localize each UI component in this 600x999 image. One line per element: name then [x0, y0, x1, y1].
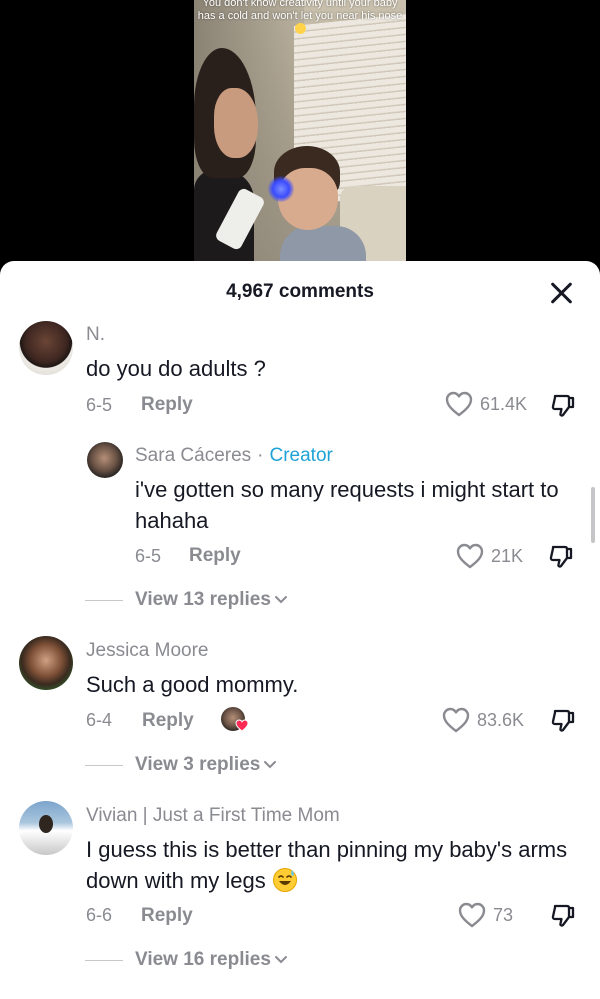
comment-text: do you do adults ? — [86, 356, 266, 381]
comment-username[interactable]: Jessica Moore — [86, 640, 209, 662]
reply-button[interactable]: Reply — [141, 394, 193, 416]
video-child-body — [280, 226, 366, 262]
avatar[interactable] — [19, 801, 73, 855]
avatar[interactable] — [19, 321, 73, 375]
video-player[interactable]: You don't know creativity until your bab… — [0, 0, 600, 262]
avatar[interactable] — [19, 636, 73, 690]
view-replies-button[interactable]: View 13 replies — [85, 589, 288, 611]
sweat-smile-icon — [272, 868, 297, 892]
view-replies-button[interactable]: View 16 replies — [85, 949, 288, 971]
scrollbar[interactable] — [591, 487, 595, 543]
video-frame[interactable]: You don't know creativity until your bab… — [194, 0, 406, 262]
video-mother-face — [214, 88, 258, 158]
creator-badge: Creator — [269, 445, 333, 466]
reply-button[interactable]: Reply — [141, 905, 193, 927]
comment-text: Such a good mommy. — [86, 672, 299, 697]
divider-line — [85, 599, 123, 601]
like-button[interactable]: 61.4K — [445, 391, 527, 417]
reply-button[interactable]: Reply — [142, 710, 194, 732]
chevron-down-icon — [274, 956, 287, 964]
view-replies-label: View 13 replies — [135, 589, 271, 610]
comment-text-content: I guess this is better than pinning my b… — [86, 837, 568, 893]
liked-by-creator-badge — [221, 707, 249, 735]
close-icon[interactable] — [545, 277, 577, 309]
divider-line — [85, 764, 123, 766]
like-count: 21K — [491, 545, 524, 566]
separator-dot: · — [257, 445, 264, 466]
like-button[interactable]: 83.6K — [442, 707, 524, 733]
heart-filled-icon — [235, 719, 249, 732]
comments-sheet: 4,967 comments N. do you do adults ? 6-5… — [0, 261, 600, 999]
heart-outline-icon — [445, 391, 473, 417]
comments-header: 4,967 comments — [0, 261, 600, 321]
like-button[interactable]: 73 — [458, 902, 513, 928]
like-count: 61.4K — [480, 393, 528, 414]
view-replies-label: View 3 replies — [135, 754, 261, 775]
reply-date: 6-5 — [135, 546, 162, 566]
comment-text: I guess this is better than pinning my b… — [86, 834, 576, 896]
sweat-smile-icon — [294, 23, 306, 34]
like-button[interactable]: 21K — [456, 543, 523, 569]
dislike-icon[interactable] — [550, 393, 576, 419]
dislike-icon[interactable] — [550, 903, 576, 929]
chevron-down-icon — [264, 761, 277, 769]
like-count: 83.6K — [477, 709, 525, 730]
avatar[interactable] — [87, 442, 123, 478]
view-replies-button[interactable]: View 3 replies — [85, 754, 277, 776]
dislike-icon[interactable] — [548, 544, 574, 570]
video-device-light — [268, 176, 294, 202]
heart-outline-icon — [442, 707, 470, 733]
like-count: 73 — [493, 904, 514, 925]
reply-username[interactable]: Sara Cáceres — [135, 445, 251, 466]
reply-username-row: Sara Cáceres · Creator — [135, 445, 333, 467]
heart-outline-icon — [456, 543, 484, 569]
video-caption-text: You don't know creativity until your bab… — [197, 0, 403, 22]
comment-username[interactable]: Vivian | Just a First Time Mom — [86, 805, 340, 827]
comment-date: 6-5 — [86, 395, 113, 415]
comment-date: 6-4 — [86, 710, 113, 730]
comment-username[interactable]: N. — [86, 324, 105, 346]
heart-outline-icon — [458, 902, 486, 928]
video-caption: You don't know creativity until your bab… — [194, 0, 406, 37]
comment-date: 6-6 — [86, 905, 113, 925]
chevron-down-icon — [274, 596, 287, 604]
reply-button[interactable]: Reply — [189, 545, 241, 567]
comment-count: 4,967 comments — [226, 281, 374, 302]
dislike-icon[interactable] — [550, 708, 576, 734]
view-replies-label: View 16 replies — [135, 949, 271, 970]
divider-line — [85, 959, 123, 961]
reply-text: i've gotten so many requests i might sta… — [135, 477, 559, 533]
